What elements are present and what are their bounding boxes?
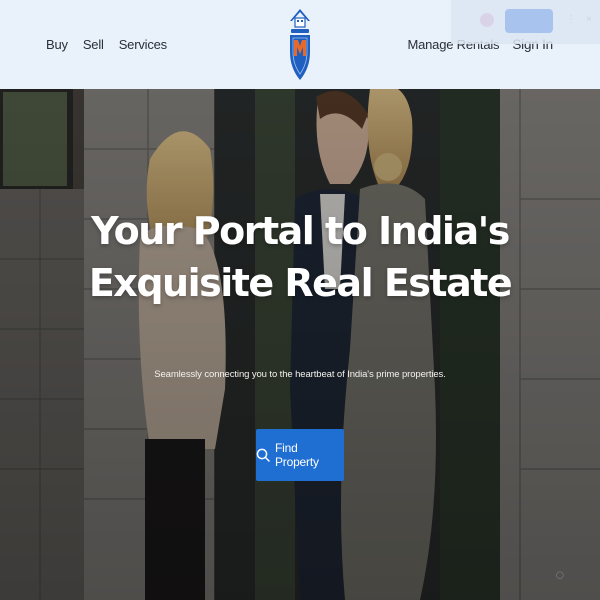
nav-sell[interactable]: Sell (83, 37, 104, 52)
hero-title-line-1: Your Portal to India's (91, 209, 510, 253)
chat-widget-icon[interactable]: ◯ (556, 568, 592, 584)
find-property-label: Find Property (275, 441, 319, 469)
more-icon[interactable]: ⋮ (566, 14, 576, 26)
close-icon[interactable]: × (586, 14, 592, 26)
search-icon (256, 448, 270, 462)
find-property-button[interactable]: Find Property (256, 429, 344, 481)
primary-nav: Buy Sell Services (46, 37, 167, 52)
nav-buy[interactable]: Buy (46, 37, 68, 52)
hero-title-line-2: Exquisite Real Estate (88, 261, 513, 305)
extension-button[interactable] (505, 9, 553, 33)
hero-subtitle: Seamlessly connecting you to the heartbe… (154, 369, 446, 380)
logo-icon (290, 9, 310, 80)
hero-background-image (0, 89, 600, 600)
hero-section: Your Portal to India's Exquisite Real Es… (0, 89, 600, 600)
avatar[interactable] (480, 13, 494, 27)
house-shield-logo[interactable] (287, 8, 313, 82)
nav-services[interactable]: Services (119, 37, 167, 52)
hero-title: Your Portal to India's Exquisite Real Es… (0, 205, 600, 309)
